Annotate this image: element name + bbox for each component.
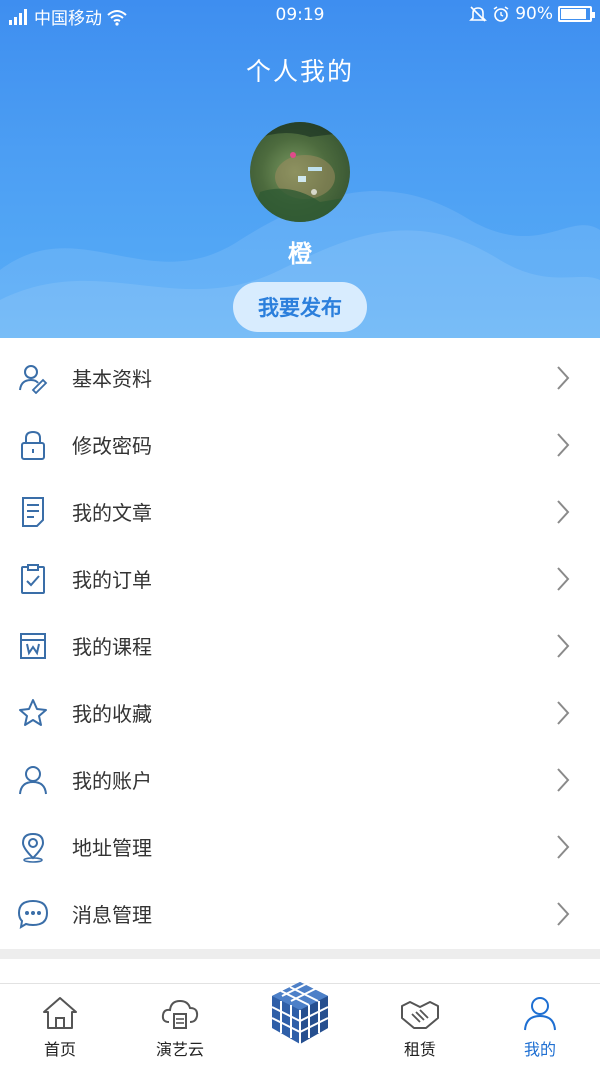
menu-item-label: 我的课程	[72, 635, 152, 659]
chevron-right-icon	[557, 365, 570, 390]
battery-icon	[558, 6, 595, 22]
profile-edit-icon	[19, 364, 48, 394]
clipboard-check-icon	[21, 563, 45, 594]
chat-bubble-icon	[17, 899, 49, 929]
status-bar-right: 90%	[469, 4, 595, 24]
status-bar: 中国移动 09:19 90%	[0, 0, 600, 32]
alarm-clock-icon	[493, 6, 509, 22]
section-divider	[0, 949, 600, 959]
menu-item-message-management[interactable]: 消息管理	[0, 880, 600, 947]
menu-item-label: 我的订单	[72, 568, 152, 592]
menu-item-my-courses[interactable]: 我的课程	[0, 612, 600, 679]
menu-item-label: 我的收藏	[72, 702, 152, 726]
menu-item-my-favorites[interactable]: 我的收藏	[0, 679, 600, 746]
bottom-tab-bar: 首页 演艺云 租赁 我的	[0, 981, 600, 1067]
profile-header: 中国移动 09:19 90% 个人我的 橙 我要发布	[0, 0, 600, 338]
publish-button[interactable]: 我要发布	[233, 282, 367, 332]
home-icon	[43, 997, 77, 1029]
bell-muted-icon	[469, 6, 488, 22]
document-icon	[22, 496, 44, 527]
tab-mine[interactable]: 我的	[480, 984, 600, 1067]
course-icon	[20, 632, 46, 659]
handshake-icon	[401, 1001, 439, 1029]
menu-item-change-password[interactable]: 修改密码	[0, 411, 600, 478]
chevron-right-icon	[557, 700, 570, 725]
location-pin-icon	[21, 832, 45, 863]
menu-item-label: 基本资料	[72, 367, 152, 391]
avatar-image	[250, 122, 350, 222]
page-title: 个人我的	[245, 57, 354, 86]
chevron-right-icon	[557, 834, 570, 859]
chevron-right-icon	[557, 499, 570, 524]
battery-level	[561, 9, 586, 19]
menu-item-label: 我的文章	[72, 501, 152, 525]
menu-item-label: 消息管理	[72, 903, 152, 927]
menu-item-basic-info[interactable]: 基本资料	[0, 344, 600, 411]
chevron-right-icon	[557, 633, 570, 658]
tab-label: 演艺云	[155, 1040, 204, 1059]
star-icon	[19, 698, 47, 726]
menu-item-my-account[interactable]: 我的账户	[0, 746, 600, 813]
chevron-right-icon	[557, 767, 570, 792]
menu-item-my-articles[interactable]: 我的文章	[0, 478, 600, 545]
avatar[interactable]	[250, 122, 350, 222]
tab-label: 我的	[523, 1040, 556, 1059]
user-icon	[19, 765, 47, 794]
cube-icon[interactable]	[268, 978, 332, 1048]
chevron-right-icon	[557, 901, 570, 926]
tab-rental[interactable]: 租赁	[360, 984, 480, 1067]
battery-percent: 90%	[515, 4, 553, 24]
lock-icon	[21, 430, 45, 460]
tab-home[interactable]: 首页	[0, 984, 120, 1067]
user-icon	[524, 997, 556, 1031]
tab-label: 租赁	[403, 1040, 436, 1059]
tab-performance-cloud[interactable]: 演艺云	[120, 984, 240, 1067]
cloud-icon	[161, 999, 199, 1029]
menu-item-address-management[interactable]: 地址管理	[0, 813, 600, 880]
chevron-right-icon	[557, 432, 570, 457]
username: 橙	[288, 240, 312, 268]
menu-item-label: 修改密码	[72, 434, 152, 458]
menu-item-my-orders[interactable]: 我的订单	[0, 545, 600, 612]
menu-item-label: 地址管理	[72, 836, 152, 860]
menu-item-label: 我的账户	[72, 769, 152, 793]
profile-menu-list: 基本资料 修改密码 我的文章 我的订单 我的课程 我的收藏 我的账户 地址管理 …	[0, 344, 600, 947]
chevron-right-icon	[557, 566, 570, 591]
tab-label: 首页	[43, 1040, 76, 1059]
